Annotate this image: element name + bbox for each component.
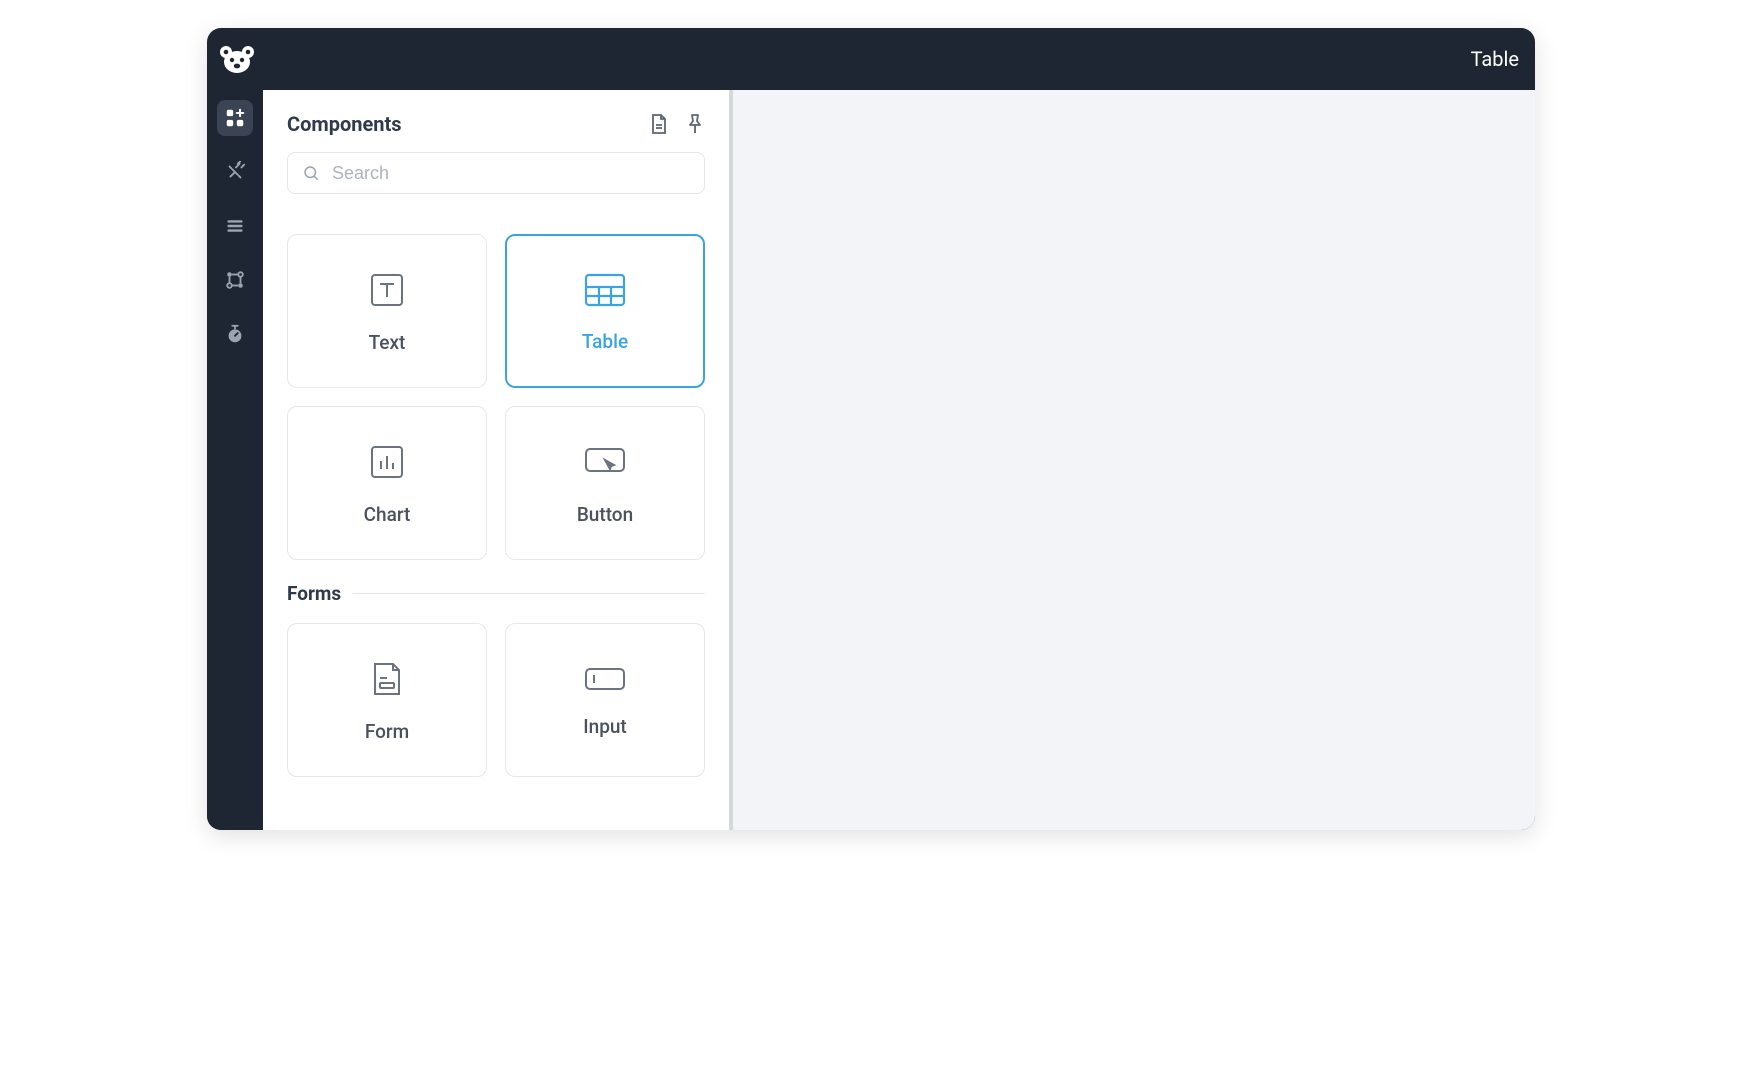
rail-components-button[interactable]: [217, 100, 253, 136]
search-icon: [302, 164, 320, 182]
components-panel: Components: [263, 90, 733, 830]
rail-timer-button[interactable]: [217, 316, 253, 352]
section-label: Forms: [287, 582, 341, 605]
card-label: Button: [577, 503, 633, 526]
grid-plus-icon: [224, 107, 246, 129]
text-icon: [366, 269, 408, 311]
page-title: Table: [1471, 47, 1519, 71]
top-header: Table: [207, 28, 1535, 90]
app-window: Table: [207, 28, 1535, 830]
table-icon: [582, 270, 628, 310]
forms-cards: Form Input: [263, 617, 729, 777]
section-forms-header: Forms: [263, 560, 729, 617]
rail-list-button[interactable]: [217, 208, 253, 244]
form-icon: [367, 658, 407, 700]
component-cards: Text Table: [263, 214, 729, 560]
plug-icon: [224, 161, 246, 183]
panel-title: Components: [287, 112, 402, 136]
card-label: Text: [369, 331, 406, 354]
card-label: Input: [583, 715, 627, 738]
logo: [219, 44, 255, 74]
search-input[interactable]: [330, 162, 690, 185]
component-card-text[interactable]: Text: [287, 234, 487, 388]
search-input-wrap[interactable]: [287, 152, 705, 194]
pin-button[interactable]: [685, 113, 705, 135]
page-icon: [649, 113, 669, 135]
component-card-chart[interactable]: Chart: [287, 406, 487, 560]
card-label: Table: [582, 330, 628, 353]
stopwatch-icon: [224, 323, 246, 345]
rail-integrations-button[interactable]: [217, 154, 253, 190]
chart-icon: [366, 441, 408, 483]
koala-logo-icon: [219, 44, 255, 74]
component-card-input[interactable]: Input: [505, 623, 705, 777]
card-label: Chart: [364, 503, 411, 526]
workflow-icon: [224, 269, 246, 291]
page-icon-button[interactable]: [649, 113, 669, 135]
component-card-form[interactable]: Form: [287, 623, 487, 777]
button-icon: [581, 441, 629, 483]
divider-line: [353, 593, 705, 594]
component-card-button[interactable]: Button: [505, 406, 705, 560]
nav-rail: [207, 90, 263, 830]
component-card-table[interactable]: Table: [505, 234, 705, 388]
input-icon: [581, 663, 629, 695]
canvas[interactable]: [733, 90, 1535, 830]
card-label: Form: [365, 720, 409, 743]
pin-icon: [685, 113, 705, 135]
list-icon: [224, 215, 246, 237]
panel-header: Components: [263, 90, 729, 152]
rail-workflow-button[interactable]: [217, 262, 253, 298]
